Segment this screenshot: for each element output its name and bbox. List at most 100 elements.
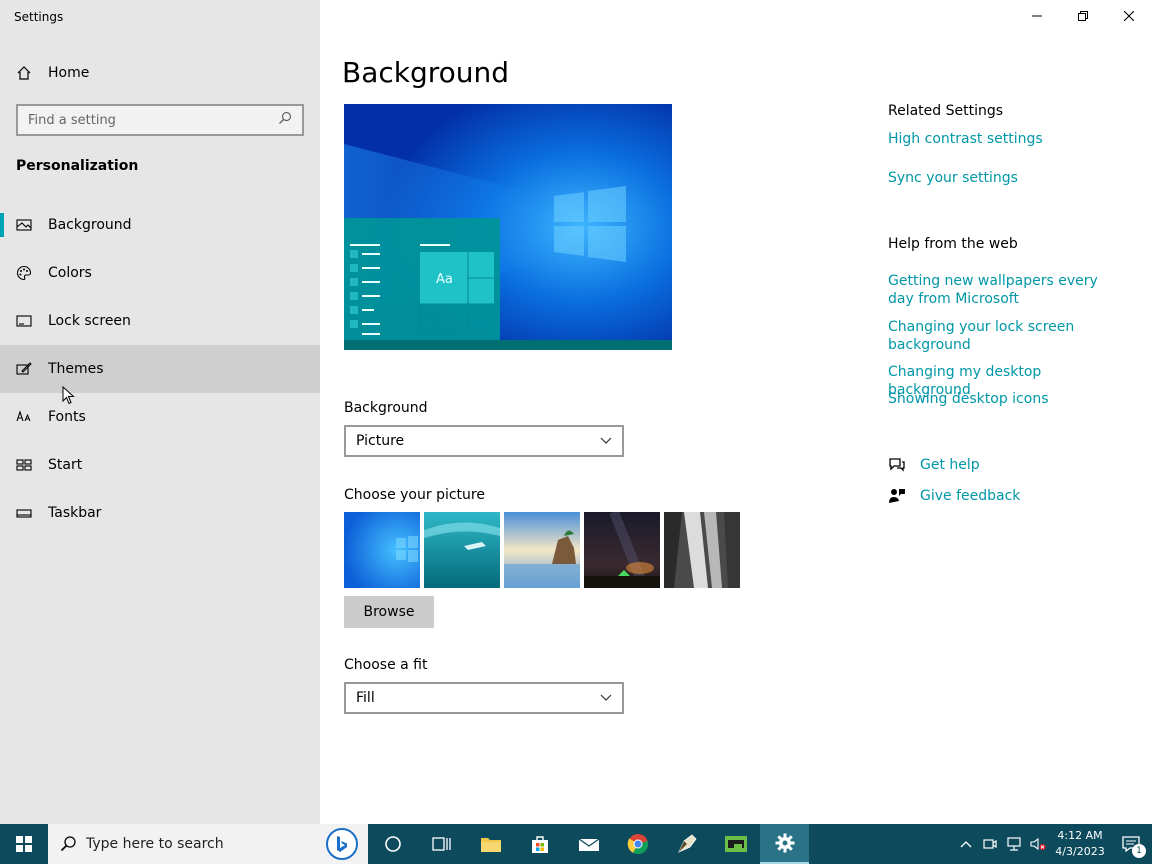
help-link-lock-screen[interactable]: Changing your lock screen background xyxy=(888,318,1088,354)
help-link-wallpapers[interactable]: Getting new wallpapers every day from Mi… xyxy=(888,272,1113,308)
give-feedback-row[interactable]: Give feedback xyxy=(888,487,1020,505)
sidebar-item-taskbar[interactable]: Taskbar xyxy=(0,489,320,537)
help-link-desktop-icons[interactable]: Showing desktop icons xyxy=(888,390,1128,408)
close-button[interactable] xyxy=(1106,0,1152,32)
windows-logo-icon xyxy=(16,836,32,852)
choose-picture-label: Choose your picture xyxy=(344,487,485,503)
network-button[interactable] xyxy=(1002,824,1026,864)
background-label: Background xyxy=(344,400,428,416)
task-view-icon xyxy=(431,837,451,851)
section-title: Personalization xyxy=(16,158,139,174)
taskbar-search[interactable] xyxy=(48,824,368,864)
minimize-icon xyxy=(1032,15,1042,17)
picture-thumbnail-beach[interactable] xyxy=(504,512,580,588)
green-app-button[interactable] xyxy=(711,824,760,864)
start-button[interactable] xyxy=(0,824,48,864)
desktop-preview: Aa xyxy=(344,104,672,350)
taskbar: 4:12 AM 4/3/2023 1 xyxy=(0,824,1152,864)
store-bag-icon xyxy=(531,836,548,853)
sidebar-item-label: Start xyxy=(48,457,83,473)
wallpaper-preview-image: Aa xyxy=(344,104,672,350)
chevron-down-icon xyxy=(600,694,612,701)
palette-icon xyxy=(16,265,32,281)
browse-button[interactable]: Browse xyxy=(344,596,434,628)
clock-time: 4:12 AM xyxy=(1057,829,1103,842)
help-title: Help from the web xyxy=(888,236,1018,252)
search-icon xyxy=(60,836,76,852)
sidebar-item-themes[interactable]: Themes xyxy=(0,345,320,393)
show-hidden-icons-button[interactable] xyxy=(954,824,978,864)
fit-dropdown[interactable]: Fill xyxy=(344,682,624,714)
file-explorer-button[interactable] xyxy=(466,824,515,864)
search-icon[interactable] xyxy=(278,111,292,129)
picture-thumbnail-waterfall[interactable] xyxy=(664,512,740,588)
picture-thumbnail-night-sky[interactable] xyxy=(584,512,660,588)
get-help-link[interactable]: Get help xyxy=(920,457,980,473)
nav-home[interactable]: Home xyxy=(0,57,320,89)
pen-app-button[interactable] xyxy=(662,824,711,864)
give-feedback-link[interactable]: Give feedback xyxy=(920,488,1020,504)
green-app-icon xyxy=(724,836,747,852)
chat-help-icon xyxy=(889,458,905,472)
nav-home-label: Home xyxy=(48,65,90,81)
start-icon xyxy=(16,457,32,473)
window-controls xyxy=(1014,0,1152,32)
nav-list: Background Colors Lock screen Themes Fon… xyxy=(0,201,320,537)
background-dropdown[interactable]: Picture xyxy=(344,425,624,457)
action-center-button[interactable]: 1 xyxy=(1110,824,1152,864)
high-contrast-link[interactable]: High contrast settings xyxy=(888,130,1128,148)
sidebar-item-lock-screen[interactable]: Lock screen xyxy=(0,297,320,345)
volume-button[interactable] xyxy=(1026,824,1050,864)
taskbar-clock[interactable]: 4:12 AM 4/3/2023 xyxy=(1050,828,1110,860)
settings-search[interactable] xyxy=(16,104,304,136)
volume-muted-icon xyxy=(1030,837,1046,851)
store-button[interactable] xyxy=(515,824,564,864)
sidebar-item-label: Themes xyxy=(48,361,104,377)
picture-thumbnail-windows[interactable] xyxy=(344,512,420,588)
home-icon xyxy=(16,65,32,81)
bing-button[interactable] xyxy=(326,828,358,860)
task-view-button[interactable] xyxy=(417,824,466,864)
meet-now-button[interactable] xyxy=(978,824,1002,864)
chrome-button[interactable] xyxy=(613,824,662,864)
sidebar-item-label: Colors xyxy=(48,265,92,281)
page-title: Background xyxy=(342,56,510,89)
sidebar-item-background[interactable]: Background xyxy=(0,201,320,249)
app-title: Settings xyxy=(14,10,64,24)
get-help-row[interactable]: Get help xyxy=(888,456,980,474)
picture-thumbnails xyxy=(344,512,740,588)
close-icon xyxy=(1124,11,1134,21)
taskbar-icon xyxy=(16,505,32,521)
fit-label: Choose a fit xyxy=(344,657,428,673)
sidebar-item-label: Background xyxy=(48,217,132,233)
clock-date: 4/3/2023 xyxy=(1055,845,1105,858)
sidebar-item-fonts[interactable]: Fonts xyxy=(0,393,320,441)
restore-icon xyxy=(1078,11,1088,21)
cortana-button[interactable] xyxy=(368,824,417,864)
network-icon xyxy=(1007,837,1021,851)
cortana-icon xyxy=(384,836,401,852)
sidebar-item-label: Taskbar xyxy=(48,505,102,521)
chevron-down-icon xyxy=(600,437,612,444)
pen-tool-icon xyxy=(677,834,697,853)
sync-settings-link[interactable]: Sync your settings xyxy=(888,169,1128,187)
related-settings-title: Related Settings xyxy=(888,103,1004,119)
minimize-button[interactable] xyxy=(1014,0,1060,32)
folder-icon xyxy=(480,838,501,852)
mail-button[interactable] xyxy=(564,824,613,864)
restore-button[interactable] xyxy=(1060,0,1106,32)
sidebar-item-start[interactable]: Start xyxy=(0,441,320,489)
feedback-person-icon xyxy=(889,489,905,503)
gear-icon xyxy=(775,833,794,853)
settings-taskbar-button[interactable] xyxy=(760,824,809,864)
sidebar-item-label: Fonts xyxy=(48,409,86,425)
taskbar-search-input[interactable] xyxy=(86,836,306,852)
background-dropdown-value: Picture xyxy=(356,433,405,449)
fonts-icon xyxy=(16,409,32,425)
sidebar: Settings Home Personalization Background… xyxy=(0,0,320,824)
bing-icon xyxy=(337,836,347,852)
sidebar-item-colors[interactable]: Colors xyxy=(0,249,320,297)
settings-search-input[interactable] xyxy=(28,112,278,128)
mouse-cursor-icon xyxy=(62,386,75,405)
picture-thumbnail-underwater[interactable] xyxy=(424,512,500,588)
